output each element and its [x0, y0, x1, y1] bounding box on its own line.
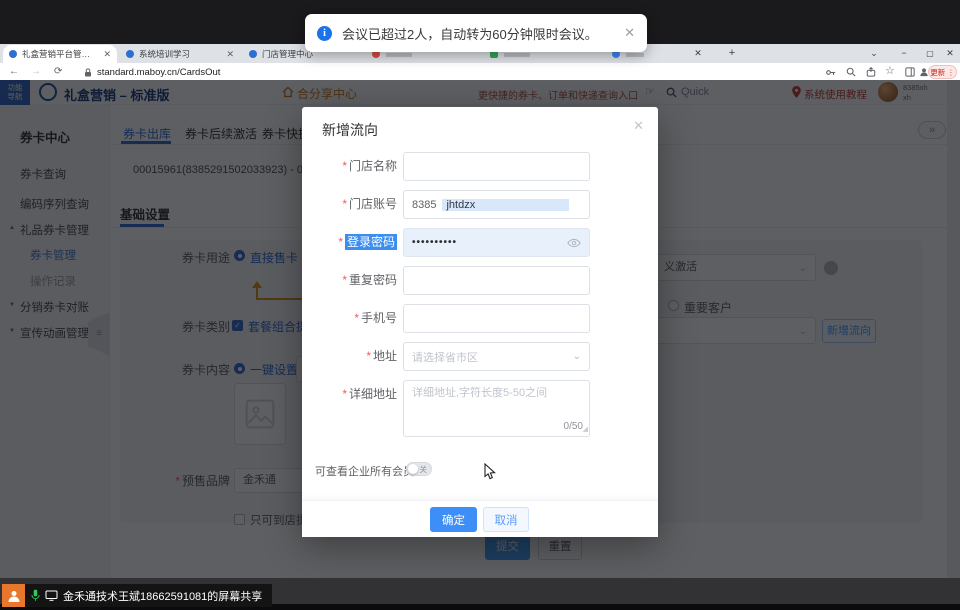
- info-icon: i: [317, 26, 332, 41]
- tab-favicon-icon: [126, 50, 134, 58]
- back-icon[interactable]: ←: [9, 65, 19, 79]
- share-avatar: [2, 584, 25, 607]
- update-label: 更新: [930, 67, 945, 78]
- toast-close-icon[interactable]: ✕: [624, 25, 635, 41]
- person-icon: [7, 589, 21, 603]
- window-menu-icon[interactable]: ⌄: [866, 44, 882, 63]
- web-page: 功能 导航 礼盒营销 – 标准版 合分享中心 更快捷的券卡、订单和快递查询入口 …: [0, 80, 960, 578]
- taskbar: 金禾通技术王斌18662591081的屏幕共享: [0, 578, 960, 610]
- password-key-icon[interactable]: [826, 68, 836, 77]
- tab-close-icon[interactable]: ✕: [103, 49, 111, 60]
- repeat-password-label: *重复密码: [302, 266, 397, 295]
- lock-icon: [84, 68, 92, 77]
- detail-address-placeholder: 详细地址,字符长度5-50之间: [412, 387, 547, 399]
- tab-title: 礼盒营销平台管理中心: [22, 48, 98, 60]
- password-label-selected: 登录密码: [345, 234, 397, 250]
- bookmark-star-icon[interactable]: ☆: [885, 64, 895, 78]
- password-input[interactable]: ••••••••••: [403, 228, 590, 257]
- new-tab-button[interactable]: +: [724, 44, 740, 63]
- side-panel-icon[interactable]: [905, 67, 915, 77]
- detail-address-label: *详细地址: [302, 380, 397, 409]
- mouse-cursor: [484, 463, 496, 480]
- tab-favicon-icon: [9, 50, 17, 58]
- password-dots: ••••••••••: [412, 237, 457, 248]
- window-maximize-icon[interactable]: ▢: [922, 44, 938, 63]
- screen-share-icon: [45, 590, 58, 601]
- repeat-password-input[interactable]: [403, 266, 590, 295]
- browser-window: 礼盒营销平台管理中心 ✕ 系统培训学习 ✕ 门店管理中心 ✕ + ⌄ −: [0, 44, 960, 578]
- url-text[interactable]: standard.maboy.cn/CardsOut: [97, 67, 220, 78]
- store-account-input[interactable]: 8385 jhtdzx: [403, 190, 590, 219]
- more-icon: ⋮: [947, 68, 955, 77]
- microphone-icon: [31, 589, 40, 602]
- view-all-members-label: 可查看企业所有会员: [315, 463, 414, 479]
- mobile-row: *手机号: [302, 304, 658, 333]
- store-name-input[interactable]: [403, 152, 590, 181]
- confirm-button[interactable]: 确定: [430, 507, 477, 532]
- screen-share-widget[interactable]: 金禾通技术王斌18662591081的屏幕共享: [2, 584, 272, 607]
- address-row: *地址 请选择省市区 ⌄: [302, 342, 658, 371]
- browser-update-button[interactable]: 更新 ⋮: [928, 65, 957, 79]
- meeting-toast: i 会议已超过2人，自动转为60分钟限时会议。 ✕: [305, 14, 647, 52]
- share-pill: 金禾通技术王斌18662591081的屏幕共享: [25, 584, 272, 607]
- detail-address-textarea[interactable]: 详细地址,字符长度5-50之间 0/50 ◢: [403, 380, 590, 437]
- share-text: 金禾通技术王斌18662591081的屏幕共享: [63, 588, 262, 604]
- tab-title: 系统培训学习: [139, 48, 221, 60]
- hidden-tab-title-bar: [386, 53, 412, 57]
- share-icon[interactable]: [866, 67, 876, 77]
- window-minimize-icon[interactable]: −: [896, 44, 912, 63]
- store-name-label: *门店名称: [302, 152, 397, 181]
- tab-close-icon[interactable]: ✕: [690, 44, 706, 63]
- store-name-row: *门店名称: [302, 152, 658, 181]
- eye-icon[interactable]: [567, 238, 581, 248]
- modal-close-icon[interactable]: ✕: [633, 118, 644, 134]
- detail-address-row: *详细地址 详细地址,字符长度5-50之间 0/50 ◢: [302, 380, 658, 437]
- password-row: *登录密码 ••••••••••: [302, 228, 658, 257]
- modal-footer: 确定 取消: [302, 500, 658, 537]
- toast-text: 会议已超过2人，自动转为60分钟限时会议。: [342, 24, 598, 43]
- store-account-row: *门店账号 8385 jhtdzx: [302, 190, 658, 219]
- tab-favicon-icon: [249, 50, 257, 58]
- browser-navbar: ← → ⟳ standard.maboy.cn/CardsOut ☆ 更新 ⋮: [0, 63, 960, 81]
- zoom-icon[interactable]: [846, 67, 856, 77]
- address-label: *地址: [302, 342, 397, 371]
- toggle-knob: [408, 464, 418, 474]
- toggle-state-label: 关: [420, 465, 428, 475]
- browser-tab-active[interactable]: 礼盒营销平台管理中心 ✕: [3, 45, 117, 63]
- modal-title: 新增流向: [322, 120, 378, 140]
- mobile-input[interactable]: [403, 304, 590, 333]
- account-value-selected: jhtdzx: [442, 199, 569, 211]
- cancel-button[interactable]: 取消: [483, 507, 529, 532]
- address-select[interactable]: 请选择省市区 ⌄: [403, 342, 590, 371]
- resize-handle-icon[interactable]: ◢: [583, 423, 588, 436]
- mobile-label: *手机号: [302, 304, 397, 333]
- char-counter: 0/50: [564, 420, 583, 433]
- password-label: *登录密码: [302, 228, 397, 257]
- chevron-down-icon: ⌄: [573, 351, 581, 362]
- window-close-icon[interactable]: ✕: [942, 44, 958, 63]
- address-placeholder: 请选择省市区: [412, 349, 478, 365]
- account-prefix: 8385: [412, 199, 436, 211]
- repeat-password-row: *重复密码: [302, 266, 658, 295]
- tab-close-icon[interactable]: ✕: [226, 49, 234, 60]
- browser-tab-2[interactable]: 系统培训学习 ✕: [120, 45, 240, 63]
- add-flow-modal: 新增流向 ✕ *门店名称 *门店账号 8385 jhtdzx: [302, 107, 658, 537]
- reload-icon[interactable]: ⟳: [54, 65, 62, 79]
- desktop: 礼盒营销平台管理中心 ✕ 系统培训学习 ✕ 门店管理中心 ✕ + ⌄ −: [0, 0, 960, 610]
- hidden-tab-title-bar: [504, 53, 530, 57]
- forward-icon[interactable]: →: [31, 65, 41, 79]
- hidden-tab-title-bar: [626, 53, 644, 57]
- store-account-label: *门店账号: [302, 190, 397, 219]
- view-all-members-toggle[interactable]: 关: [406, 462, 432, 476]
